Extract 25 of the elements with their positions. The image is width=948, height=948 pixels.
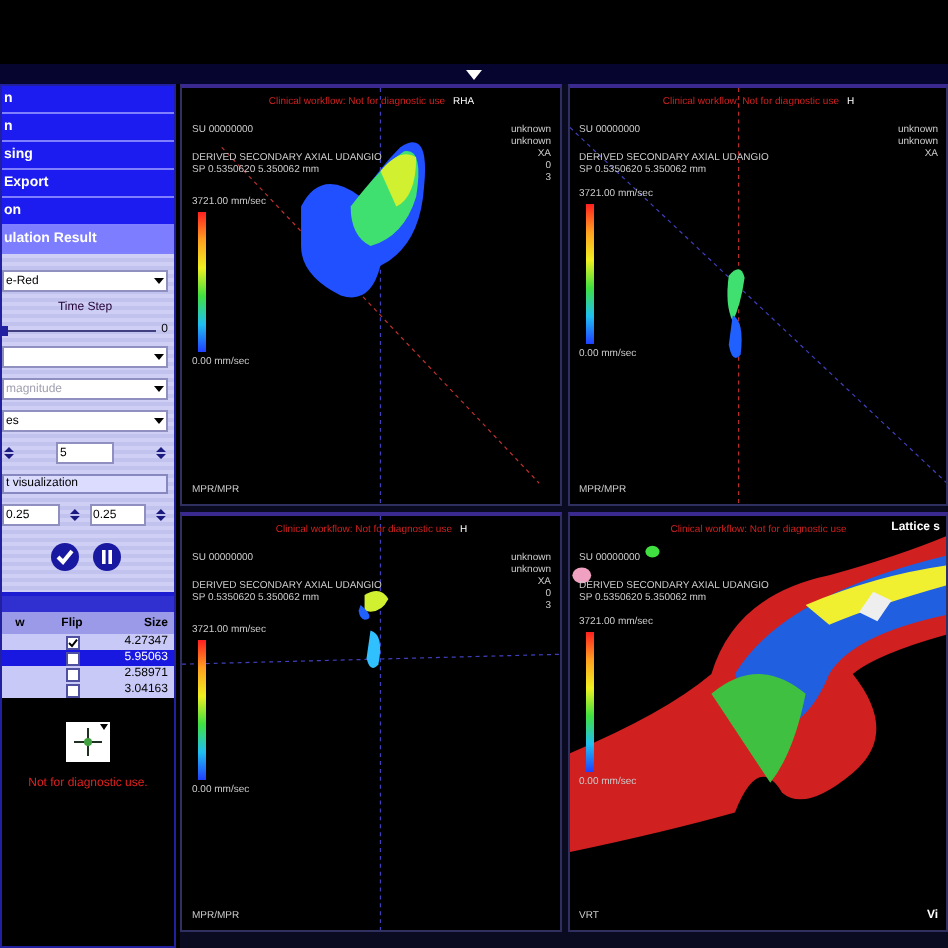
spinner-arrows-icon[interactable] xyxy=(154,508,168,522)
flow-image-drawing xyxy=(358,589,389,667)
caret-icon[interactable] xyxy=(466,69,482,79)
dropdown[interactable] xyxy=(2,346,168,368)
dropdown-arrow-icon xyxy=(152,276,166,286)
checkmark-button-icon[interactable] xyxy=(49,542,79,572)
spinner-arrows-icon[interactable] xyxy=(2,446,16,460)
flow-image-drawing xyxy=(726,269,744,359)
spinner-arrows-icon[interactable] xyxy=(67,508,81,522)
flip-checkbox[interactable] xyxy=(65,667,79,681)
crosshair-button-icon[interactable] xyxy=(66,722,110,762)
dropdown-arrow-icon xyxy=(152,352,166,362)
flip-checkbox[interactable] xyxy=(65,683,79,697)
spinner-arrows-icon[interactable] xyxy=(154,446,168,460)
dropdown-arrow-icon xyxy=(152,416,166,426)
color-scale-bar xyxy=(198,212,206,352)
color-scale-bar xyxy=(198,639,206,779)
flip-checkbox[interactable] xyxy=(65,635,79,649)
pause-button-icon[interactable] xyxy=(91,542,121,572)
slider-thumb[interactable] xyxy=(2,325,8,335)
check-icon xyxy=(67,637,77,647)
dropdown-arrow-icon xyxy=(152,384,166,394)
flip-checkbox[interactable] xyxy=(65,651,79,665)
color-scale-bar xyxy=(585,204,593,344)
color-scale-bar xyxy=(585,631,593,771)
